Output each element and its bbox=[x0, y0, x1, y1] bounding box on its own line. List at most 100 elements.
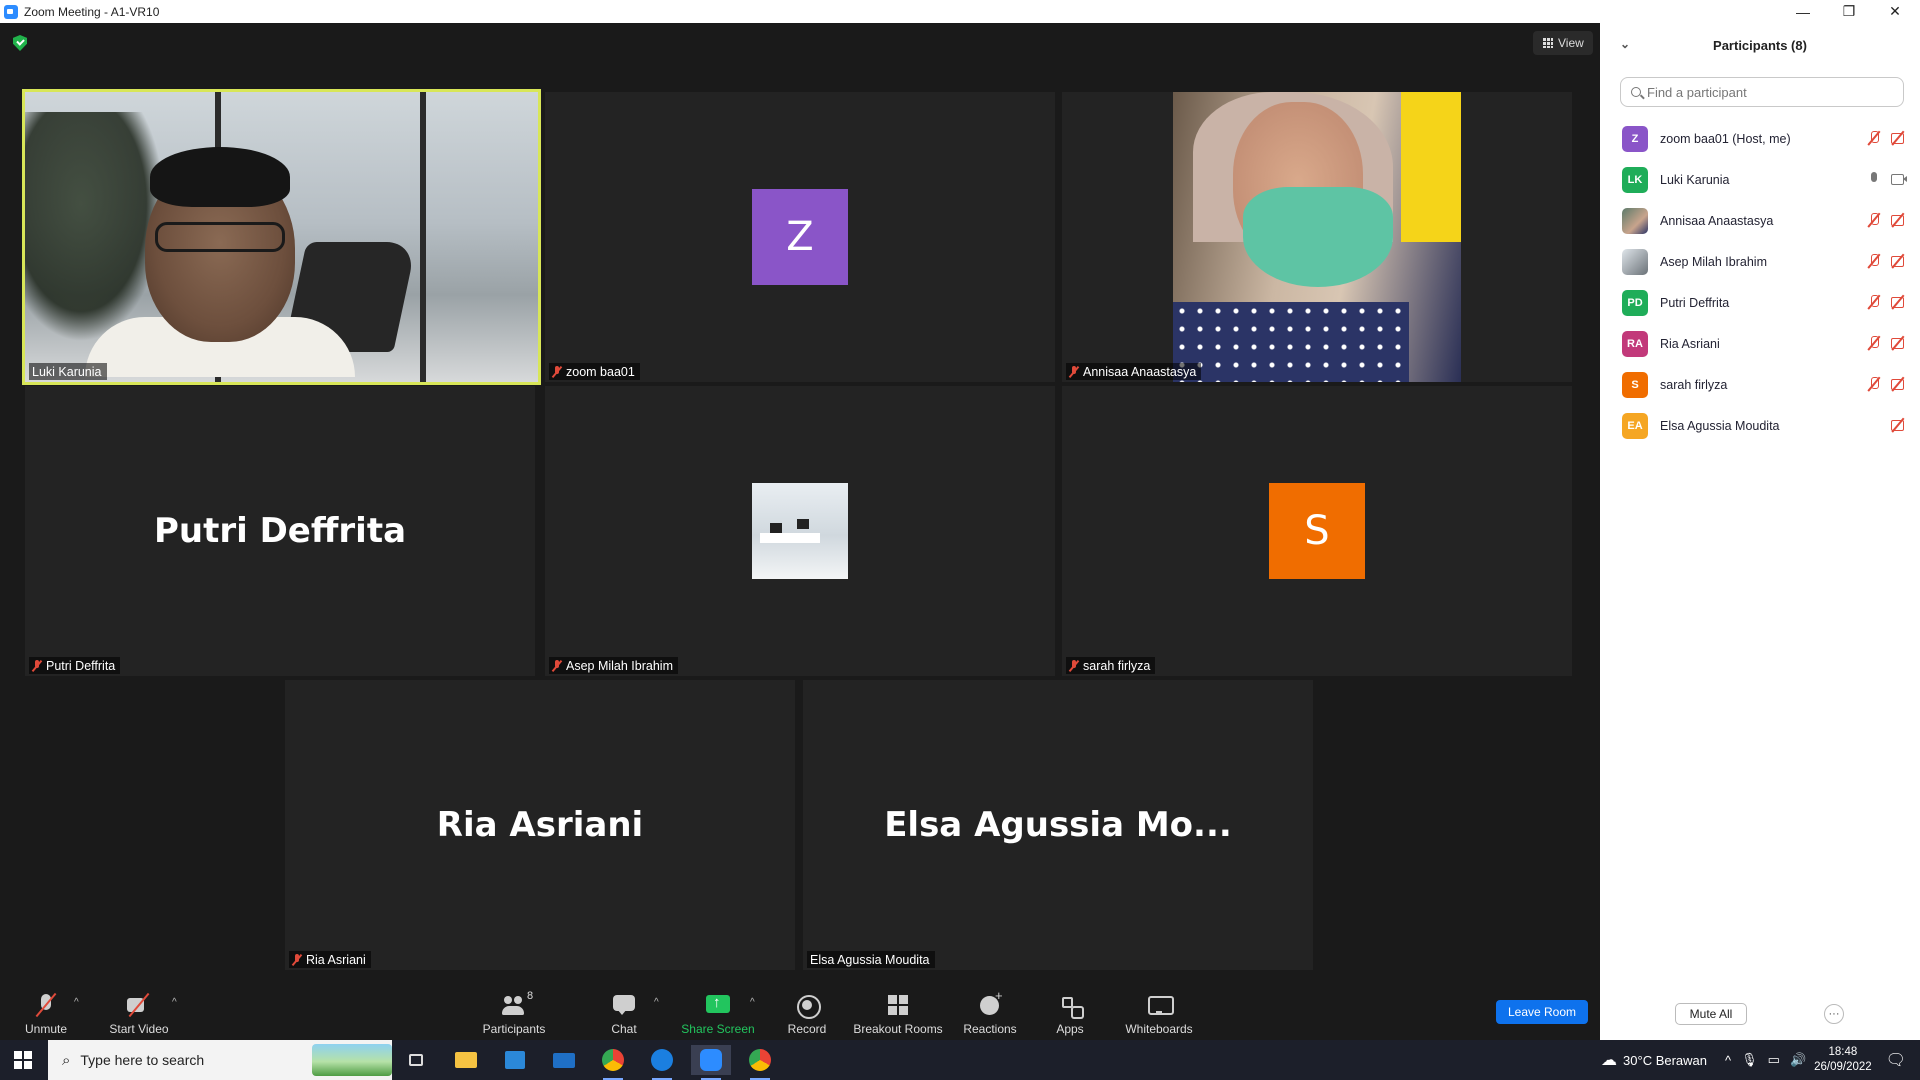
tile-name: zoom baa01 bbox=[566, 364, 635, 379]
participant-row[interactable]: RA Ria Asriani bbox=[1600, 323, 1920, 364]
system-tray: ☁ 30°C Berawan ^ 🎙 ▭ 🔊 18:48 26/09/2022 … bbox=[1601, 1040, 1920, 1080]
mic-off-icon[interactable] bbox=[1866, 295, 1882, 309]
video-tile-luki-karunia[interactable]: Luki Karunia bbox=[22, 89, 541, 385]
video-icon[interactable] bbox=[1890, 172, 1907, 186]
video-off-icon[interactable] bbox=[1890, 213, 1906, 227]
chrome-icon[interactable] bbox=[593, 1045, 633, 1080]
windows-start-icon[interactable] bbox=[14, 1051, 32, 1069]
mic-off-icon[interactable] bbox=[1866, 254, 1882, 268]
luki-video-feed bbox=[25, 92, 538, 382]
mic-off-icon[interactable] bbox=[1866, 131, 1882, 145]
video-tile-putri-deffrita[interactable]: Putri Deffrita Putri Deffrita bbox=[25, 386, 535, 676]
participant-row[interactable]: Zzoom baa01 (Host, me) bbox=[1600, 118, 1920, 159]
meeting-area: View Luki Karunia Z zoom baa01 Annisaa A… bbox=[0, 23, 1600, 985]
whiteboards-button[interactable]: Whiteboards bbox=[1122, 985, 1196, 1040]
more-options-button[interactable]: ··· bbox=[1824, 1004, 1844, 1024]
volume-icon[interactable]: 🔊 bbox=[1790, 1052, 1806, 1068]
zoom-taskbar-icon[interactable] bbox=[691, 1045, 731, 1080]
chrome-profile-icon[interactable] bbox=[740, 1045, 780, 1080]
minimize-button[interactable]: — bbox=[1780, 0, 1826, 23]
participant-name: Elsa Agussia Moudita bbox=[1660, 418, 1780, 433]
participants-button[interactable]: 8 Participants bbox=[476, 985, 552, 1040]
participants-count: 8 bbox=[527, 990, 534, 1002]
notifications-icon[interactable]: 🗨 bbox=[1886, 1050, 1906, 1070]
video-options-caret[interactable]: ^ bbox=[172, 997, 182, 1008]
close-button[interactable]: ✕ bbox=[1872, 0, 1918, 23]
tile-name-label: Luki Karunia bbox=[29, 363, 107, 380]
restore-button[interactable]: ❐ bbox=[1826, 0, 1872, 23]
task-view-icon[interactable] bbox=[396, 1045, 436, 1075]
audio-options-caret[interactable]: ^ bbox=[74, 997, 84, 1008]
video-off-icon[interactable] bbox=[1890, 418, 1906, 432]
breakout-rooms-icon bbox=[885, 992, 911, 1018]
tile-big-name: Elsa Agussia Mo... bbox=[884, 805, 1232, 845]
mic-off-icon[interactable] bbox=[1866, 213, 1882, 227]
store-icon[interactable] bbox=[495, 1045, 535, 1075]
weather-text[interactable]: 30°C Berawan bbox=[1623, 1053, 1707, 1068]
chat-options-caret[interactable]: ^ bbox=[654, 997, 664, 1008]
participant-status-icons bbox=[1866, 295, 1906, 309]
tile-name: Ria Asriani bbox=[306, 952, 366, 967]
share-screen-label: Share Screen bbox=[681, 1022, 755, 1036]
tile-big-name: Putri Deffrita bbox=[153, 511, 407, 551]
mic-off-icon[interactable] bbox=[1866, 377, 1882, 391]
microphone-tray-icon[interactable]: 🎙 bbox=[1741, 1052, 1758, 1068]
record-icon bbox=[794, 992, 821, 1019]
mic-icon[interactable] bbox=[1866, 172, 1882, 186]
participant-status-icons bbox=[1866, 172, 1907, 186]
video-off-icon[interactable] bbox=[1890, 377, 1906, 391]
reactions-button[interactable]: Reactions bbox=[960, 985, 1020, 1040]
breakout-rooms-button[interactable]: Breakout Rooms bbox=[852, 985, 944, 1040]
video-tile-ria-asriani[interactable]: Ria Asriani Ria Asriani bbox=[285, 680, 795, 970]
taskbar-search-box[interactable]: ⌕ Type here to search bbox=[48, 1040, 392, 1080]
collapse-chevron-icon[interactable]: ⌄ bbox=[1620, 37, 1630, 51]
mute-all-button[interactable]: Mute All bbox=[1675, 1003, 1747, 1025]
participant-row[interactable]: Ssarah firlyza bbox=[1600, 364, 1920, 405]
video-off-icon[interactable] bbox=[1890, 131, 1906, 145]
share-options-caret[interactable]: ^ bbox=[750, 997, 760, 1008]
participant-row[interactable]: LK Luki Karunia bbox=[1600, 159, 1920, 200]
search-highlight-image bbox=[312, 1044, 392, 1076]
start-video-button[interactable]: Start Video bbox=[104, 985, 174, 1040]
face-mask bbox=[1243, 187, 1393, 287]
share-screen-button[interactable]: Share Screen bbox=[680, 985, 756, 1040]
video-off-icon[interactable] bbox=[1890, 336, 1906, 350]
asep-profile-photo bbox=[752, 483, 848, 579]
security-shield-icon[interactable] bbox=[13, 35, 27, 51]
network-icon[interactable]: ▭ bbox=[1768, 1052, 1780, 1068]
search-icon: ⌕ bbox=[62, 1051, 71, 1069]
video-tile-elsa[interactable]: Elsa Agussia Mo... Elsa Agussia Moudita bbox=[803, 680, 1313, 970]
video-off-icon[interactable] bbox=[1890, 295, 1906, 309]
participant-row[interactable]: PD Putri Deffrita bbox=[1600, 282, 1920, 323]
weather-cloud-icon: ☁ bbox=[1601, 1052, 1618, 1069]
show-hidden-icons-icon[interactable]: ^ bbox=[1725, 1053, 1731, 1068]
participant-avatar: S bbox=[1622, 371, 1648, 398]
glasses bbox=[155, 222, 285, 252]
polka-dress bbox=[1173, 302, 1409, 382]
tile-name-label: zoom baa01 bbox=[549, 363, 640, 380]
mail-icon[interactable] bbox=[544, 1045, 584, 1075]
participant-search-input[interactable]: Find a participant bbox=[1620, 77, 1904, 107]
teamviewer-icon[interactable] bbox=[642, 1045, 682, 1080]
apps-button[interactable]: Apps bbox=[1050, 985, 1090, 1040]
file-explorer-icon[interactable] bbox=[446, 1045, 486, 1075]
video-tile-sarah[interactable]: S sarah firlyza bbox=[1062, 386, 1572, 676]
participant-row[interactable]: Annisaa Anaastasya bbox=[1600, 200, 1920, 241]
video-tile-asep[interactable]: Asep Milah Ibrahim bbox=[545, 386, 1055, 676]
mic-off-icon[interactable] bbox=[1866, 336, 1882, 350]
record-button[interactable]: Record bbox=[782, 985, 832, 1040]
chat-button[interactable]: Chat bbox=[600, 985, 648, 1040]
video-off-icon[interactable] bbox=[1890, 254, 1906, 268]
video-tile-annisaa[interactable]: Annisaa Anaastasya bbox=[1062, 92, 1572, 382]
video-tile-zoom-baa01[interactable]: Z zoom baa01 bbox=[545, 92, 1055, 382]
participant-status-icons bbox=[1866, 377, 1906, 391]
participant-row[interactable]: Asep Milah Ibrahim bbox=[1600, 241, 1920, 282]
view-button[interactable]: View bbox=[1533, 31, 1593, 55]
plant-image bbox=[25, 112, 165, 342]
leave-room-button[interactable]: Leave Room bbox=[1496, 1000, 1588, 1024]
start-video-label: Start Video bbox=[109, 1022, 169, 1036]
taskbar-clock[interactable]: 18:48 26/09/2022 bbox=[1814, 1045, 1872, 1075]
person-hair bbox=[150, 147, 290, 207]
unmute-button[interactable]: Unmute bbox=[18, 985, 74, 1040]
participant-row[interactable]: EA Elsa Agussia Moudita bbox=[1600, 405, 1920, 446]
